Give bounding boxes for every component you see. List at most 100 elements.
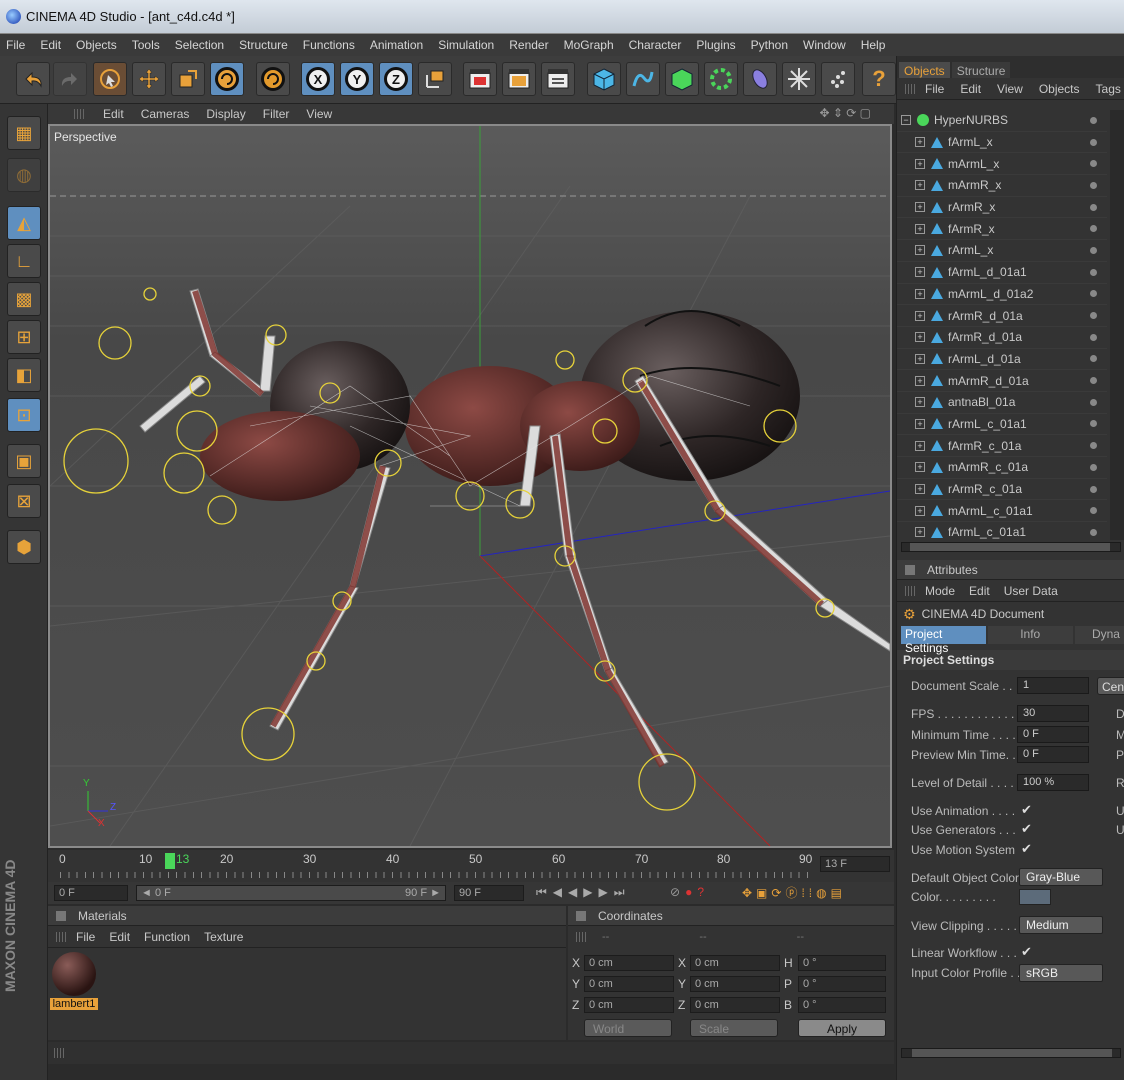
level-of-detail-field[interactable]: 100 % [1017, 774, 1089, 791]
menu-objects[interactable]: Objects [76, 38, 117, 52]
menu-window[interactable]: Window [803, 38, 846, 52]
world-dropdown[interactable]: World [584, 1019, 672, 1037]
current-frame-field[interactable]: 13 F [820, 856, 890, 872]
visibility-dot-icon[interactable] [1090, 442, 1097, 450]
visibility-dot-icon[interactable] [1090, 377, 1097, 385]
render-settings-icon[interactable] [541, 62, 575, 96]
timeline-ruler[interactable]: 0 10 13 20 30 40 50 60 70 80 90 13 F [48, 850, 894, 882]
minimum-time-field[interactable]: 0 F [1017, 726, 1089, 743]
perspective-viewport[interactable]: Perspective Y Z X [48, 124, 892, 848]
tree-row[interactable]: + mArmR_x [897, 175, 1107, 197]
expand-icon[interactable]: + [915, 397, 925, 408]
tweak-mode-icon[interactable]: ▣ [7, 444, 41, 478]
live-selection-icon[interactable] [93, 62, 127, 96]
om-menu-edit[interactable]: Edit [960, 82, 981, 96]
snap-icon[interactable]: ⊠ [7, 484, 41, 518]
expand-icon[interactable]: + [915, 440, 925, 451]
expand-icon[interactable]: + [915, 137, 925, 148]
coordinate-system-icon[interactable] [418, 62, 452, 96]
menu-help[interactable]: Help [861, 38, 886, 52]
tree-row[interactable]: + fArmL_d_01a1 [897, 262, 1107, 284]
model-mode-icon[interactable]: ◭ [7, 206, 41, 240]
visibility-dot-icon[interactable] [1090, 246, 1097, 254]
expand-icon[interactable]: + [915, 267, 925, 278]
visibility-dot-icon[interactable] [1090, 528, 1097, 536]
particles-icon[interactable] [821, 62, 855, 96]
spline-pen-icon[interactable] [626, 62, 660, 96]
materials-menu-texture[interactable]: Texture [204, 930, 243, 944]
tree-row[interactable]: + fArmL_c_01a1 [897, 522, 1107, 540]
visibility-dot-icon[interactable] [1090, 268, 1097, 276]
document-scale-field[interactable]: 1 [1017, 677, 1089, 694]
menu-render[interactable]: Render [509, 38, 548, 52]
range-slider[interactable]: ◄ 0 F 90 F ► [136, 885, 446, 901]
centimeter-unit-dropdown[interactable]: Cen [1097, 677, 1124, 695]
viewport-menu-cameras[interactable]: Cameras [141, 107, 190, 121]
expand-icon[interactable]: + [915, 202, 925, 213]
make-editable-icon[interactable]: ◍ [7, 158, 41, 192]
collapse-icon[interactable]: − [901, 115, 911, 126]
apply-button[interactable]: Apply [798, 1019, 886, 1037]
materials-menu-function[interactable]: Function [144, 930, 190, 944]
tree-row[interactable]: + rArmR_d_01a [897, 305, 1107, 327]
visibility-dot-icon[interactable] [1090, 507, 1097, 515]
expand-icon[interactable]: + [915, 288, 925, 299]
cube-primitive-icon[interactable] [587, 62, 621, 96]
use-animation-checkbox[interactable]: ✔ [1021, 802, 1032, 818]
scene-icon[interactable] [782, 62, 816, 96]
recent-tool-icon[interactable] [256, 62, 290, 96]
expand-icon[interactable]: + [915, 310, 925, 321]
rotation-p-field[interactable]: 0 ° [798, 976, 886, 992]
visibility-dot-icon[interactable] [1090, 138, 1097, 146]
viewport-nav-icons[interactable]: ✥ ⇕ ⟳ ▢ [819, 106, 871, 120]
render-picture-viewer-icon[interactable] [502, 62, 536, 96]
om-menu-objects[interactable]: Objects [1039, 82, 1080, 96]
expand-icon[interactable]: + [915, 353, 925, 364]
attributes-hscrollbar[interactable] [901, 1048, 1121, 1058]
default-object-color-dropdown[interactable]: Gray-Blue [1019, 868, 1103, 886]
menu-tools[interactable]: Tools [132, 38, 160, 52]
om-menu-tags[interactable]: Tags [1096, 82, 1121, 96]
scale-icon[interactable] [171, 62, 205, 96]
menu-edit[interactable]: Edit [40, 38, 61, 52]
menu-functions[interactable]: Functions [303, 38, 355, 52]
menu-python[interactable]: Python [751, 38, 788, 52]
help-icon[interactable]: ? [862, 62, 896, 96]
scale-x-field[interactable]: 0 cm [690, 955, 780, 971]
menu-simulation[interactable]: Simulation [438, 38, 494, 52]
attr-menu-mode[interactable]: Mode [925, 584, 955, 598]
use-motion-system-checkbox[interactable]: ✔ [1021, 841, 1032, 857]
playhead[interactable] [165, 853, 175, 869]
expand-icon[interactable]: + [915, 484, 925, 495]
material-swatch[interactable]: lambert1 [50, 952, 98, 1014]
scale-z-field[interactable]: 0 cm [690, 997, 780, 1013]
tree-row[interactable]: + rArmL_d_01a [897, 349, 1107, 371]
scale-y-field[interactable]: 0 cm [690, 976, 780, 992]
tab-dynamics[interactable]: Dyna [1074, 626, 1124, 644]
z-axis-lock-button[interactable]: Z [379, 62, 413, 96]
start-frame-field[interactable]: 0 F [54, 885, 128, 901]
expand-icon[interactable]: + [915, 418, 925, 429]
om-menu-file[interactable]: File [925, 82, 944, 96]
tree-row[interactable]: + mArmL_d_01a2 [897, 284, 1107, 306]
tree-row-root[interactable]: − HyperNURBS [897, 110, 1107, 132]
expand-icon[interactable]: + [915, 375, 925, 386]
object-tree-hscrollbar[interactable] [901, 542, 1121, 552]
color-swatch[interactable] [1019, 889, 1051, 905]
position-x-field[interactable]: 0 cm [584, 955, 674, 971]
visibility-dot-icon[interactable] [1090, 116, 1097, 124]
visibility-dot-icon[interactable] [1090, 485, 1097, 493]
position-z-field[interactable]: 0 cm [584, 997, 674, 1013]
workplane-icon[interactable]: ⬢ [7, 530, 41, 564]
visibility-dot-icon[interactable] [1090, 420, 1097, 428]
tree-row[interactable]: + mArmL_c_01a1 [897, 500, 1107, 523]
object-tree-scrollbar[interactable] [1110, 110, 1124, 540]
position-y-field[interactable]: 0 cm [584, 976, 674, 992]
preview-min-time-field[interactable]: 0 F [1017, 746, 1089, 763]
x-axis-lock-button[interactable]: X [301, 62, 335, 96]
visibility-dot-icon[interactable] [1090, 333, 1097, 341]
render-view-icon[interactable] [463, 62, 497, 96]
use-generators-checkbox[interactable]: ✔ [1021, 821, 1032, 837]
transport-controls[interactable]: ⏮◀◀▶▶⏭ [536, 885, 631, 900]
visibility-dot-icon[interactable] [1090, 312, 1097, 320]
